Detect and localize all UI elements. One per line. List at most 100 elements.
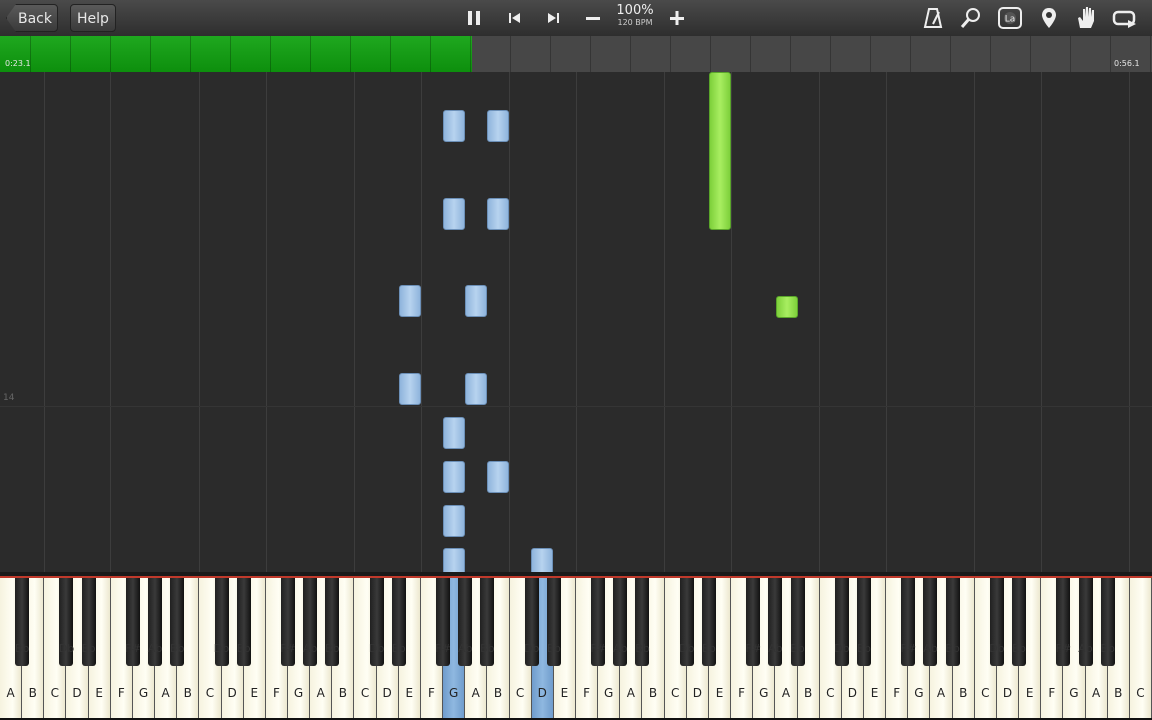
black-key-label: Bb — [325, 642, 340, 655]
black-key-label: Db — [679, 642, 695, 655]
hand-icon[interactable] — [1071, 3, 1101, 33]
loop-icon[interactable] — [1110, 3, 1140, 33]
octave-gridline — [110, 72, 111, 572]
timeline-tick — [550, 36, 551, 72]
black-key-label: Eb — [1012, 642, 1027, 655]
black-key-label: F# — [900, 642, 917, 655]
timeline-tick — [990, 36, 991, 72]
octave-gridline — [819, 72, 820, 572]
search-icon[interactable] — [956, 3, 986, 33]
white-key-label: C — [205, 686, 215, 700]
left-hand-note — [399, 285, 421, 317]
white-key-label: B — [493, 686, 503, 700]
timeline-tick — [470, 36, 471, 72]
white-key-label: F — [428, 686, 435, 700]
white-key[interactable]: C — [1129, 578, 1152, 718]
black-key-label: Ab — [768, 642, 783, 655]
timeline-tick — [150, 36, 151, 72]
left-hand-note — [443, 505, 465, 537]
timeline-tick — [950, 36, 951, 72]
octave-gridline — [199, 72, 200, 572]
white-key-label: A — [626, 686, 635, 700]
timeline-tick — [510, 36, 511, 72]
white-key-label: G — [448, 686, 459, 700]
octave-gridline — [44, 72, 45, 572]
white-key-label: D — [72, 686, 82, 700]
timeline-scrubber[interactable]: 0:23.1 0:56.1 — [0, 36, 1152, 72]
black-key-label: Db — [368, 642, 385, 655]
pause-icon[interactable] — [459, 3, 489, 33]
black-key-label: F# — [435, 642, 451, 655]
left-hand-note — [443, 417, 465, 449]
timeline-tick — [430, 36, 431, 72]
right-hand-note — [776, 296, 798, 318]
timeline-tick — [270, 36, 271, 72]
timeline-tick — [710, 36, 711, 72]
back-button[interactable]: Back — [6, 4, 58, 32]
white-key-label: E — [870, 686, 879, 700]
white-key-label: G — [138, 686, 149, 700]
left-hand-note — [443, 110, 465, 142]
black-key-label: Ab — [923, 642, 938, 655]
timeline-tick — [1030, 36, 1031, 72]
octave-gridline — [1129, 72, 1130, 572]
octave-gridline — [576, 72, 577, 572]
note-label-icon[interactable]: La — [995, 3, 1025, 33]
black-key-label: Db — [523, 642, 540, 655]
timeline-tick — [110, 36, 111, 72]
measure-line — [0, 406, 1152, 407]
white-key-label: C — [50, 686, 60, 700]
black-key-label: Bb — [1100, 642, 1115, 655]
black-key-label: Eb — [81, 642, 96, 655]
black-key-label: Eb — [701, 642, 716, 655]
white-key-label: A — [316, 686, 325, 700]
metronome-icon[interactable] — [918, 3, 948, 33]
previous-icon[interactable] — [500, 3, 530, 33]
next-icon[interactable] — [538, 3, 568, 33]
white-key-label: G — [293, 686, 304, 700]
minus-icon[interactable] — [578, 3, 608, 33]
octave-gridline — [354, 72, 355, 572]
black-key-label: F# — [280, 642, 296, 655]
white-key-label: C — [670, 686, 680, 700]
black-key-label: Eb — [391, 642, 406, 655]
white-key-label: B — [959, 686, 968, 700]
timeline-tick — [350, 36, 351, 72]
white-key-label: C — [515, 686, 525, 700]
black-key-label: Ab — [1078, 642, 1093, 655]
white-key-label: E — [1025, 686, 1034, 700]
black-key-label: Eb — [546, 642, 561, 655]
white-key-label: E — [250, 686, 259, 700]
white-key-label: B — [648, 686, 658, 700]
marker-icon[interactable] — [1034, 3, 1064, 33]
piano-keyboard: ABCDEFGABCDEFGABCDEFGABCDEFGABCDEFGABCDE… — [0, 578, 1152, 720]
timeline-tick — [1150, 36, 1151, 72]
help-button[interactable]: Help — [70, 4, 116, 32]
white-key-label: A — [936, 686, 946, 700]
timeline-tick — [1110, 36, 1111, 72]
white-key-label: F — [893, 686, 901, 700]
white-key-label: B — [28, 686, 37, 700]
left-hand-note — [465, 373, 487, 405]
timeline-tick — [310, 36, 311, 72]
white-key-label: A — [1091, 686, 1101, 700]
octave-gridline — [664, 72, 665, 572]
octave-gridline — [421, 72, 422, 572]
white-key-label: B — [803, 686, 813, 700]
white-key-label: D — [1002, 686, 1013, 700]
octave-gridline — [1041, 72, 1042, 572]
white-key-label: E — [405, 686, 414, 700]
left-hand-note — [443, 461, 465, 493]
white-key-label: D — [382, 686, 392, 700]
white-key-label: C — [981, 686, 990, 700]
black-key-label: F# — [125, 642, 141, 655]
octave-gridline — [974, 72, 975, 572]
timeline-tick — [870, 36, 871, 72]
white-key-label: D — [692, 686, 702, 700]
white-key-label: B — [338, 686, 347, 700]
timeline-tick — [790, 36, 791, 72]
black-key-label: Db — [213, 642, 230, 655]
current-time: 0:23.1 — [5, 59, 31, 68]
timeline-tick — [190, 36, 191, 72]
plus-icon[interactable] — [662, 3, 692, 33]
